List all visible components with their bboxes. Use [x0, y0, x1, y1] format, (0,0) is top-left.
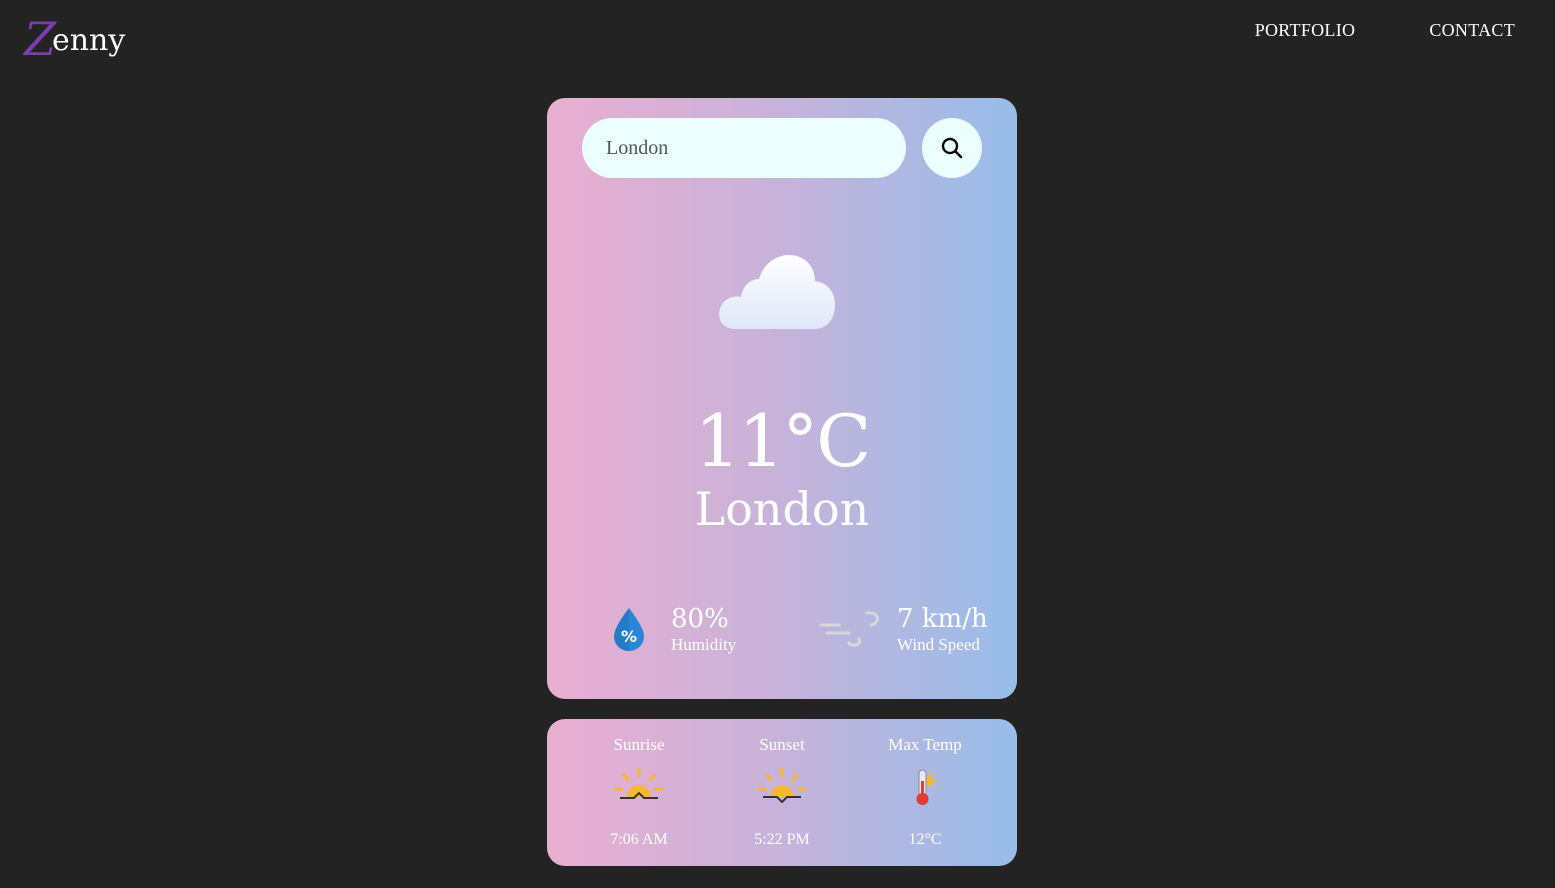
weather-card: 11°C London % 80% Humidity 7 km/h Wind S… [547, 98, 1017, 699]
main-nav: PORTFOLIO CONTACT [1255, 20, 1515, 41]
search-button[interactable] [922, 118, 982, 178]
humidity-label: Humidity [671, 635, 737, 654]
logo-mark: Z [24, 12, 56, 66]
logo[interactable]: Z enny [24, 6, 125, 62]
sunrise-panel: Sunrise 7:06 AM [574, 719, 704, 866]
nav-contact[interactable]: CONTACT [1429, 20, 1515, 41]
temperature: 11°C [694, 399, 872, 483]
wind-icon [819, 611, 879, 647]
wind-label: Wind Speed [897, 635, 980, 654]
city-search-input[interactable] [582, 118, 906, 178]
sunset-icon [757, 767, 807, 804]
sunrise-icon [614, 767, 664, 799]
sunset-panel: Sunset 5:22 PM [717, 719, 847, 866]
cloud-icon [719, 255, 835, 329]
logo-text: enny [51, 23, 126, 58]
max-temp-panel: Max Temp 12°C [860, 719, 990, 866]
thermometer-icon [916, 769, 939, 805]
nav-portfolio[interactable]: PORTFOLIO [1255, 20, 1356, 41]
sunset-title: Sunset [759, 735, 805, 754]
wind-stat: 7 km/h Wind Speed [819, 603, 988, 655]
sun-info-card: Sunrise 7:06 AM Sunset 5:22 PM Max Temp [547, 719, 1017, 866]
humidity-value: 80% [671, 604, 729, 634]
max-temp-value: 12°C [908, 831, 942, 848]
max-temp-title: Max Temp [888, 735, 962, 754]
city-name: London [694, 482, 870, 536]
sunrise-time: 7:06 AM [610, 831, 668, 848]
humidity-stat: % 80% Humidity [609, 603, 736, 655]
humidity-icon: % [614, 608, 644, 651]
sunrise-title: Sunrise [613, 735, 665, 754]
sunset-time: 5:22 PM [754, 831, 810, 848]
search-icon [941, 137, 963, 159]
wind-value: 7 km/h [897, 604, 988, 634]
svg-text:%: % [621, 627, 637, 646]
